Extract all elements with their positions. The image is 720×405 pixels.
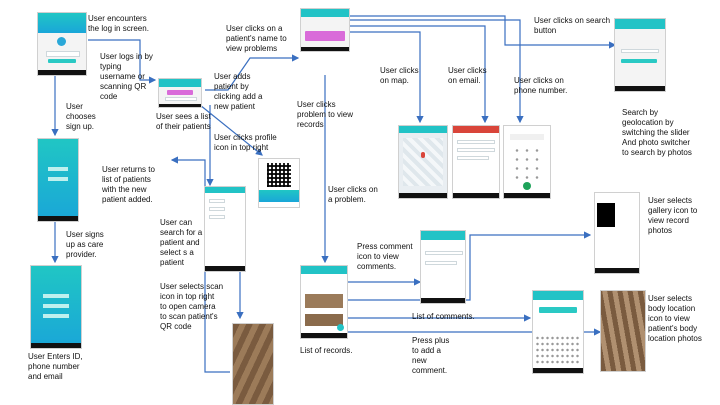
phone-enter-id-screen — [30, 265, 82, 349]
search-button[interactable] — [621, 59, 657, 63]
label-adds-patient: User adds patient by clicking add a new … — [214, 72, 263, 111]
label-gallery-icon: User selects gallery icon to view record… — [648, 196, 698, 235]
label-returns-list: User returns to list of patients with th… — [102, 165, 155, 204]
patient-row[interactable] — [165, 97, 197, 101]
label-sees-patients: User sees a list of their patients — [156, 112, 211, 131]
login-button[interactable] — [48, 59, 76, 63]
label-chooses-signup: User chooses sign up. — [66, 102, 96, 131]
phone-map-screen — [398, 125, 448, 199]
label-body-location: User selects body location icon to view … — [648, 294, 702, 343]
label-clicks-profile: User clicks profile icon in top right — [214, 133, 277, 152]
comment-item — [425, 251, 463, 255]
label-list-comments: List of comments. — [412, 312, 475, 321]
phone-field[interactable] — [43, 304, 69, 308]
label-clicks-map: User clicks on map. — [380, 66, 419, 85]
label-logs-in: User logs in by typing username or scann… — [100, 52, 153, 101]
signup-field[interactable] — [48, 177, 68, 181]
call-icon[interactable] — [523, 182, 531, 190]
map-view[interactable] — [403, 138, 443, 186]
add-record-button[interactable] — [337, 324, 344, 331]
label-clicks-email: User clicks on email. — [448, 66, 487, 85]
email-line — [457, 156, 489, 160]
phone-comments-screen — [420, 230, 466, 304]
label-search-select: User can search for a patient and select… — [160, 218, 203, 267]
label-clicks-search: User clicks on search button — [534, 16, 611, 35]
email-line — [457, 148, 495, 152]
label-clicks-problem-records: User clicks problem to view records — [297, 100, 354, 129]
signup-field[interactable] — [48, 167, 68, 171]
phone-search-screen — [614, 18, 666, 92]
label-encounter-login: User encounters the log in screen. — [88, 14, 149, 33]
label-search-geo: Search by geolocation by switching the s… — [622, 108, 692, 157]
label-clicks-phone: User clicks on phone number. — [514, 76, 568, 95]
phone-dialer-screen — [503, 125, 551, 199]
record-photo[interactable] — [305, 294, 343, 308]
login-username-field[interactable] — [46, 51, 80, 57]
comment-input[interactable] — [539, 307, 577, 313]
label-clicks-patient-name: User clicks on a patient's name to view … — [226, 24, 287, 53]
patient-row[interactable] — [209, 207, 225, 211]
dial-number — [510, 134, 544, 140]
email-line — [457, 140, 495, 144]
patient-row[interactable] — [209, 199, 225, 203]
phone-add-comment-screen — [532, 290, 584, 374]
id-field[interactable] — [43, 294, 69, 298]
gallery-photo[interactable] — [597, 203, 615, 227]
login-logo-icon — [57, 37, 66, 46]
search-field[interactable] — [621, 49, 659, 53]
phone-records-screen — [300, 265, 348, 339]
dial-pad[interactable] — [512, 146, 542, 180]
qr-code-image — [267, 163, 291, 187]
phone-body-location-screen — [600, 290, 646, 372]
comment-item — [425, 261, 457, 265]
phone-camera-screen — [232, 323, 274, 405]
camera-view — [233, 324, 273, 404]
phone-patient-list-screen — [158, 78, 202, 108]
phone-signup-screen — [37, 138, 79, 222]
label-enters-id: User Enters ID, phone number and email — [28, 352, 83, 381]
problem-item[interactable] — [305, 31, 345, 41]
patient-row[interactable] — [209, 215, 225, 219]
phone-gallery-screen — [594, 192, 640, 274]
phone-search-patient-screen — [204, 186, 246, 272]
label-press-comment: Press comment icon to view comments. — [357, 242, 413, 271]
label-signs-up: User signs up as care provider. — [66, 230, 104, 259]
label-list-records: List of records. — [300, 346, 353, 355]
phone-patient-problems-screen — [300, 8, 350, 52]
label-press-plus: Press plus to add a new comment. — [412, 336, 450, 375]
body-location-photo — [601, 291, 645, 371]
label-clicks-a-problem: User clicks on a problem. — [328, 185, 378, 204]
add-patient-button[interactable] — [167, 90, 193, 95]
arrow-patient-to-phone — [350, 19, 524, 124]
phone-qr-profile-screen — [258, 158, 300, 208]
phone-email-screen — [452, 125, 500, 199]
phone-login-screen — [37, 12, 87, 76]
email-field[interactable] — [43, 314, 69, 318]
keyboard[interactable] — [535, 335, 581, 365]
map-pin-icon — [421, 152, 425, 158]
label-scan-icon: User selects scan icon in top right to o… — [160, 282, 224, 331]
